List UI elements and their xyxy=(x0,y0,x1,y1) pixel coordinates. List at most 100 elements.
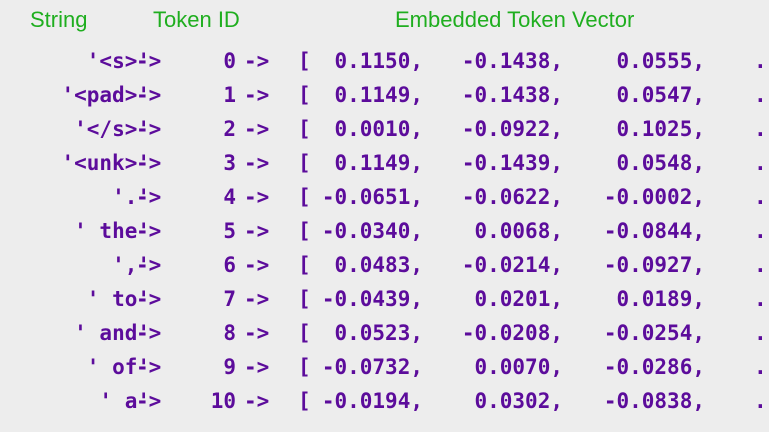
vector-value-3: -0.0002, xyxy=(603,185,705,209)
token-id: 2 xyxy=(223,117,236,141)
token-id: 6 xyxy=(223,253,236,277)
header-embedded-vector: Embedded Token Vector xyxy=(395,7,635,32)
vector-value-2: -0.1438, xyxy=(461,83,563,107)
token-id: 0 xyxy=(223,49,236,73)
table-row: '<s>' -> 0 ->[0.1150, -0.1438, 0.0555,. xyxy=(0,44,769,78)
arrow: -> xyxy=(244,83,270,107)
arrow: -> xyxy=(244,389,270,413)
vector-value-2: 0.0302, xyxy=(474,389,563,413)
arrow: -> xyxy=(244,219,270,243)
truncation-ellipsis: . xyxy=(754,355,767,379)
vector-value-1: 0.1149, xyxy=(334,151,423,175)
open-bracket: [ xyxy=(298,287,311,311)
arrow: -> xyxy=(244,355,270,379)
arrow: -> xyxy=(136,117,162,141)
token-id: 4 xyxy=(223,185,236,209)
arrow: -> xyxy=(244,253,270,277)
token-table: '<s>' -> 0 ->[0.1150, -0.1438, 0.0555,. '<pad>… xyxy=(0,44,769,418)
vector-value-1: -0.0651, xyxy=(321,185,423,209)
vector-value-3: 0.0555, xyxy=(616,49,705,73)
token-id: 1 xyxy=(223,83,236,107)
open-bracket: [ xyxy=(298,117,311,141)
arrow: -> xyxy=(244,117,270,141)
arrow: -> xyxy=(136,151,162,175)
table-row: '<unk>' -> 3 ->[0.1149, -0.1439, 0.0548,. xyxy=(0,146,769,180)
table-row: '</s>' -> 2 ->[0.0010, -0.0922, 0.1025,. xyxy=(0,112,769,146)
vector-value-1: -0.0194, xyxy=(321,389,423,413)
open-bracket: [ xyxy=(298,253,311,277)
truncation-ellipsis: . xyxy=(754,219,767,243)
open-bracket: [ xyxy=(298,151,311,175)
truncation-ellipsis: . xyxy=(754,185,767,209)
table-row: '<pad>' -> 1 ->[0.1149, -0.1438, 0.0547,. xyxy=(0,78,769,112)
vector-value-3: 0.0189, xyxy=(616,287,705,311)
table-row: ' and' -> 8 ->[0.0523, -0.0208, -0.0254,. xyxy=(0,316,769,350)
header-token-id: Token ID xyxy=(153,7,240,32)
vector-value-1: 0.0010, xyxy=(334,117,423,141)
truncation-ellipsis: . xyxy=(754,389,767,413)
vector-value-2: 0.0201, xyxy=(474,287,563,311)
open-bracket: [ xyxy=(298,389,311,413)
arrow: -> xyxy=(244,287,270,311)
vector-value-3: -0.0927, xyxy=(603,253,705,277)
table-row: '.' -> 4 ->[-0.0651, -0.0622, -0.0002,. xyxy=(0,180,769,214)
header-string: String xyxy=(30,7,88,32)
open-bracket: [ xyxy=(298,83,311,107)
vector-value-3: 0.1025, xyxy=(616,117,705,141)
token-id: 3 xyxy=(223,151,236,175)
vector-value-2: -0.1439, xyxy=(461,151,563,175)
vector-value-3: 0.0547, xyxy=(616,83,705,107)
truncation-ellipsis: . xyxy=(754,151,767,175)
vector-value-1: -0.0732, xyxy=(321,355,423,379)
vector-value-1: 0.0483, xyxy=(334,253,423,277)
vector-value-2: -0.1438, xyxy=(461,49,563,73)
arrow: -> xyxy=(136,321,162,345)
vector-value-1: 0.1150, xyxy=(334,49,423,73)
arrow: -> xyxy=(136,83,162,107)
arrow: -> xyxy=(136,185,162,209)
vector-value-1: -0.0340, xyxy=(321,219,423,243)
table-row: ' of' -> 9 ->[-0.0732, 0.0070, -0.0286,. xyxy=(0,350,769,384)
arrow: -> xyxy=(136,355,162,379)
vector-value-3: -0.0838, xyxy=(603,389,705,413)
vector-value-2: -0.0208, xyxy=(461,321,563,345)
token-id: 5 xyxy=(223,219,236,243)
arrow: -> xyxy=(244,49,270,73)
table-row: ',' -> 6 ->[0.0483, -0.0214, -0.0927,. xyxy=(0,248,769,282)
arrow: -> xyxy=(136,49,162,73)
truncation-ellipsis: . xyxy=(754,287,767,311)
vector-value-1: 0.1149, xyxy=(334,83,423,107)
token-id: 10 xyxy=(210,389,236,413)
vector-value-3: -0.0254, xyxy=(603,321,705,345)
vector-value-3: -0.0844, xyxy=(603,219,705,243)
token-id: 8 xyxy=(223,321,236,345)
truncation-ellipsis: . xyxy=(754,83,767,107)
table-row: ' to' -> 7 ->[-0.0439, 0.0201, 0.0189,. xyxy=(0,282,769,316)
token-id: 9 xyxy=(223,355,236,379)
arrow: -> xyxy=(136,287,162,311)
vector-value-2: -0.0622, xyxy=(461,185,563,209)
open-bracket: [ xyxy=(298,185,311,209)
table-row: ' the' -> 5 ->[-0.0340, 0.0068, -0.0844,. xyxy=(0,214,769,248)
open-bracket: [ xyxy=(298,49,311,73)
vector-value-2: 0.0070, xyxy=(474,355,563,379)
table-row: ' a' -> 10 ->[-0.0194, 0.0302, -0.0838,. xyxy=(0,384,769,418)
vector-value-2: -0.0922, xyxy=(461,117,563,141)
vector-value-1: -0.0439, xyxy=(321,287,423,311)
arrow: -> xyxy=(136,253,162,277)
open-bracket: [ xyxy=(298,321,311,345)
arrow: -> xyxy=(136,219,162,243)
token-id: 7 xyxy=(223,287,236,311)
truncation-ellipsis: . xyxy=(754,321,767,345)
open-bracket: [ xyxy=(298,355,311,379)
vector-value-2: 0.0068, xyxy=(474,219,563,243)
truncation-ellipsis: . xyxy=(754,117,767,141)
vector-value-3: -0.0286, xyxy=(603,355,705,379)
arrow: -> xyxy=(136,389,162,413)
vector-value-3: 0.0548, xyxy=(616,151,705,175)
arrow: -> xyxy=(244,321,270,345)
arrow: -> xyxy=(244,185,270,209)
truncation-ellipsis: . xyxy=(754,253,767,277)
arrow: -> xyxy=(244,151,270,175)
vector-value-2: -0.0214, xyxy=(461,253,563,277)
